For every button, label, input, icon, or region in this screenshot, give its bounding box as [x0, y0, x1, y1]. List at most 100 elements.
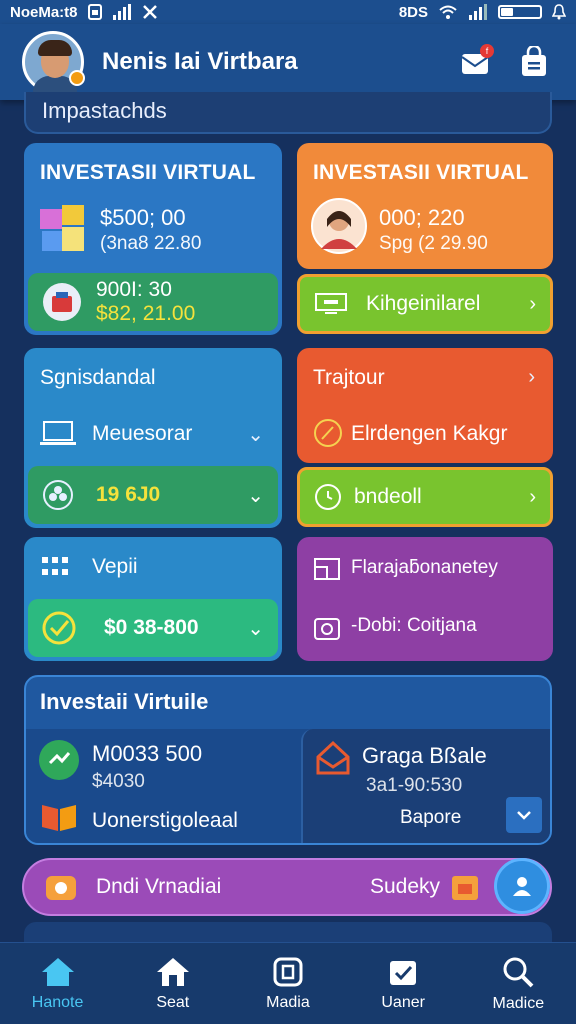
battery-icon	[498, 5, 542, 19]
investasi-card-2[interactable]: INVESTASII VIRTUAL 000; 220 Spg (2 29.90	[297, 143, 553, 269]
chart-circle-icon	[39, 740, 79, 780]
panel-dropdown-button[interactable]	[506, 797, 542, 833]
panel-right-sub: 3a1-90:530	[366, 775, 463, 796]
nav-label: Hanote	[31, 993, 84, 1011]
nav-label: Madice	[492, 994, 545, 1012]
investasi-row[interactable]: 900I: 30 $82, 21.00	[28, 273, 278, 331]
home-outline-icon	[156, 957, 189, 986]
trajtour-card[interactable]: Trajtour › Elrdengen Kakgr	[297, 348, 553, 463]
bell-icon	[552, 4, 566, 20]
nav-label: Uaner	[381, 993, 425, 1011]
pill-left-label: Dndi Vrnadiai	[96, 875, 222, 898]
nav-uaner[interactable]: Uaner	[353, 956, 453, 1012]
nav-label: Seat	[156, 993, 190, 1011]
card-sub-amount: (3na8 22.80	[100, 233, 202, 254]
camera-icon	[314, 618, 340, 640]
row-label: Meuesorar	[92, 422, 193, 445]
window-icon	[314, 558, 340, 580]
chevron-down-icon[interactable]: ⌄	[247, 422, 264, 447]
home-icon	[41, 957, 74, 986]
notification-button[interactable]: f	[456, 42, 496, 82]
clock-icon	[315, 484, 341, 510]
card-title: Sgnisdandal	[40, 366, 156, 389]
envelope-open-icon	[316, 740, 350, 775]
row-label: Kihgeinilarel	[366, 292, 481, 315]
monitor-icon	[315, 293, 347, 314]
action-pill[interactable]: Dndi Vrnadiai Sudeky	[22, 858, 552, 916]
profile-fab-button[interactable]	[494, 858, 550, 914]
sponsor-value-row[interactable]: 19 6J0 ⌄	[28, 466, 278, 524]
purple-row-1: Flarajaƃonanetey	[351, 557, 498, 578]
row-value: $0 38-800	[104, 616, 199, 639]
investasi-card-1[interactable]: INVESTASII VIRTUAL $500; 00 (3na8 22.80 …	[24, 143, 282, 335]
card-title: INVESTASII VIRTUAL	[313, 161, 529, 184]
grid-icon	[42, 557, 68, 575]
avatar[interactable]	[22, 31, 85, 94]
signal-bars-icon	[469, 4, 487, 20]
card-sub-amount: Spg (2 29.90	[379, 233, 488, 254]
nav-madia[interactable]: Madia	[238, 956, 338, 1012]
card-title: Trajtour	[313, 366, 385, 389]
row-value: 19 6J0	[96, 483, 161, 506]
panel-left-label: Uonerstigoleaal	[92, 809, 238, 832]
person-search-icon	[503, 957, 534, 987]
nav-home[interactable]: Hanote	[8, 956, 108, 1012]
calendar-icon	[452, 876, 478, 900]
panel-right-title: Graga Bßale	[362, 743, 487, 768]
status-bar: NoeMa:t8 8DS	[0, 0, 576, 24]
card-title: Vepii	[92, 555, 138, 578]
chevron-right-icon: ›	[529, 485, 536, 508]
bottom-nav: Hanote Seat Madia Uaner Madice	[0, 942, 576, 1024]
chevron-right-icon: ›	[528, 366, 535, 388]
card-amount: $500; 00	[100, 205, 186, 230]
notification-badge: f	[480, 44, 494, 58]
flight-icon	[142, 5, 157, 19]
chevron-down-icon: ⌄	[247, 484, 264, 507]
check-icon	[390, 960, 417, 985]
bag-icon	[522, 46, 546, 76]
vepii-card[interactable]: Vepii $0 38-800 ⌄	[24, 537, 282, 661]
card-title: INVESTASII VIRTUAL	[40, 161, 256, 184]
documents-icon	[40, 205, 84, 251]
laptop-icon	[40, 421, 76, 445]
purple-row-2: -Dobi: Coitjana	[351, 615, 477, 636]
pill-right-label: Sudeky	[369, 875, 440, 898]
purple-card[interactable]: Flarajaƃonanetey -Dobi: Coitjana	[297, 537, 553, 661]
row-subvalue: $82, 21.00	[96, 302, 196, 325]
app-header: Nenis Iai Virtbara f	[0, 24, 576, 100]
kihgeinilarel-row[interactable]: Kihgeinilarel ›	[297, 274, 553, 334]
panel-title: Investaii Virtuile	[40, 689, 209, 714]
chevron-right-icon: ›	[529, 292, 536, 315]
sponsor-card[interactable]: Sgnisdandal Meuesorar ⌄ 19 6J0 ⌄	[24, 348, 282, 528]
section-label: Impastachds	[24, 92, 552, 134]
chevron-down-icon	[517, 811, 531, 820]
clover-icon	[43, 480, 73, 510]
signal-icon	[112, 4, 131, 20]
book-icon	[42, 805, 76, 831]
panel-right-button[interactable]: Bapore	[400, 807, 461, 829]
panel-left-value: M0033 500	[92, 741, 203, 766]
person-icon	[513, 877, 531, 896]
panel-left-sub: $4030	[92, 771, 145, 792]
bag-button[interactable]	[514, 42, 554, 82]
row-value: 900I: 30	[96, 277, 172, 301]
nav-label: Madia	[266, 993, 310, 1011]
nav-seat[interactable]: Seat	[123, 956, 223, 1012]
bndeoll-row[interactable]: bndeoll ›	[297, 467, 553, 527]
check-circle-icon	[42, 611, 76, 645]
wifi-icon	[439, 5, 457, 19]
row-label: bndeoll	[354, 485, 422, 508]
person-avatar-icon	[311, 198, 367, 254]
store-icon	[43, 283, 81, 321]
card-amount: 000; 220	[379, 205, 465, 230]
vepii-value-row[interactable]: $0 38-800 ⌄	[28, 599, 278, 657]
compass-icon	[314, 419, 342, 447]
status-right-text: 8DS	[398, 3, 428, 21]
investasi-panel: Investaii Virtuile M0033 500 $4030 Uoner…	[24, 675, 552, 845]
avatar-badge-icon	[69, 70, 85, 86]
nav-madice[interactable]: Madice	[468, 955, 568, 1013]
row-label: Elrdengen Kakgr	[351, 422, 508, 445]
camera-icon	[46, 876, 76, 900]
chevron-down-icon: ⌄	[247, 617, 264, 640]
carrier-text: NoeMa:t8	[10, 3, 78, 21]
